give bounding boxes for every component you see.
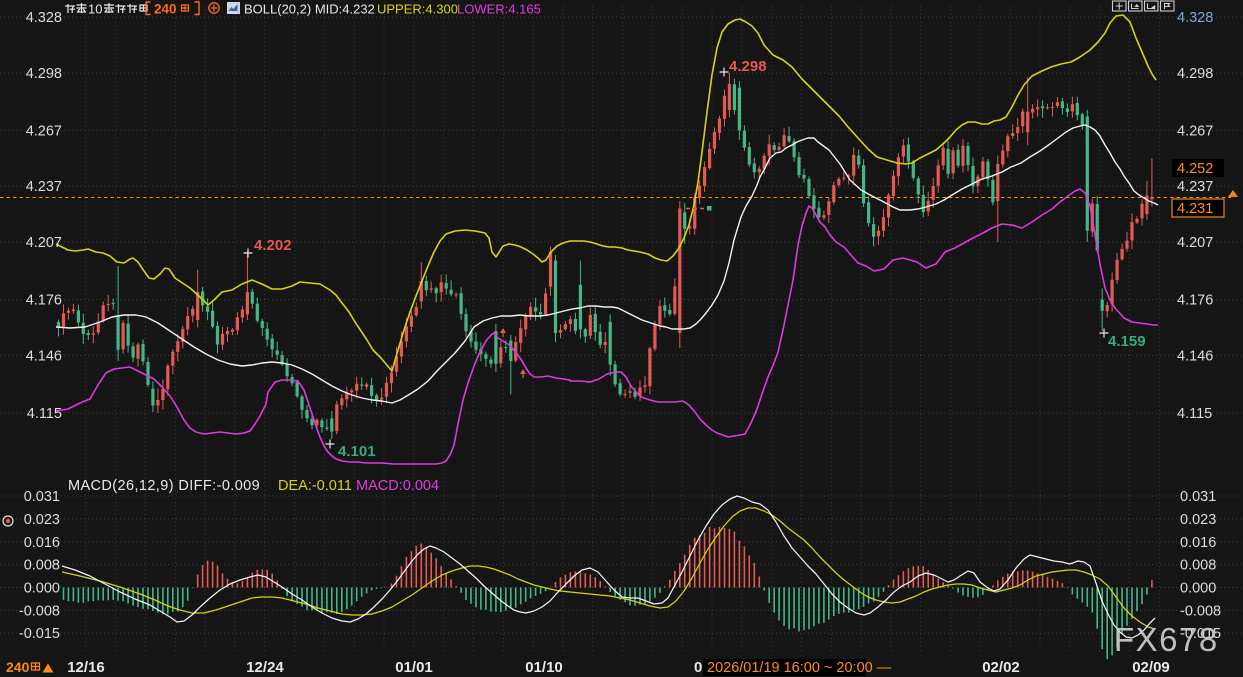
svg-text:4.328: 4.328 [1177,10,1213,26]
svg-text:0.031: 0.031 [24,489,60,505]
svg-text:2026/01/19 16:00 ~ 20:00 —: 2026/01/19 16:00 ~ 20:00 — [707,660,892,676]
svg-text:01/10: 01/10 [525,659,563,676]
svg-text:4.207: 4.207 [1177,235,1213,251]
svg-text:240: 240 [154,2,177,17]
svg-text:0.000: 0.000 [1180,581,1216,597]
svg-text:-0.008: -0.008 [1180,603,1221,619]
svg-text:0.016: 0.016 [1180,535,1216,551]
svg-text:4.252: 4.252 [1177,161,1213,177]
svg-text:0.000: 0.000 [24,581,60,597]
svg-text:0.023: 0.023 [24,512,60,528]
svg-text:4.115: 4.115 [1177,406,1212,422]
svg-text:4.267: 4.267 [1177,123,1213,139]
svg-text:DEA:-0.011: DEA:-0.011 [278,478,352,494]
svg-text:10: 10 [88,2,102,17]
svg-text:240: 240 [6,659,30,675]
svg-text:MACD(26,12,9) DIFF:-0.009: MACD(26,12,9) DIFF:-0.009 [68,478,260,494]
svg-text:4.237: 4.237 [1177,179,1213,195]
svg-text:12/16: 12/16 [67,659,105,676]
svg-text:0.031: 0.031 [1180,489,1216,505]
svg-text:0.008: 0.008 [24,558,60,574]
svg-text:UPPER:4.300: UPPER:4.300 [377,2,458,17]
svg-text:4.202: 4.202 [254,237,292,254]
svg-text:4.328: 4.328 [26,10,62,26]
svg-text:01/01: 01/01 [395,659,433,676]
svg-text:0: 0 [694,659,702,676]
svg-text:4.146: 4.146 [1177,348,1213,364]
svg-text:-0.008: -0.008 [19,603,60,619]
svg-text:4.159: 4.159 [1108,333,1146,350]
svg-text:4.267: 4.267 [26,123,62,139]
svg-text:4.176: 4.176 [1177,293,1213,309]
svg-text:4.207: 4.207 [26,235,62,251]
svg-text:4.298: 4.298 [729,58,767,75]
svg-text:4.146: 4.146 [26,348,62,364]
svg-text:BOLL(20,2) MID:4.232: BOLL(20,2) MID:4.232 [244,2,375,17]
svg-text:0.023: 0.023 [1180,512,1216,528]
svg-text:MACD:0.004: MACD:0.004 [356,478,439,494]
svg-text:-0.015: -0.015 [19,626,60,642]
svg-text:4.115: 4.115 [27,406,62,422]
svg-text:0.016: 0.016 [24,535,60,551]
svg-text:4.298: 4.298 [26,66,62,82]
svg-text:0.008: 0.008 [1180,558,1216,574]
svg-text:LOWER:4.165: LOWER:4.165 [457,2,541,17]
svg-text:4.298: 4.298 [1177,66,1213,82]
svg-text:4.237: 4.237 [26,179,62,195]
svg-text:02/02: 02/02 [982,659,1020,676]
svg-text:02/09: 02/09 [1132,659,1170,676]
svg-text:4.176: 4.176 [26,293,62,309]
svg-text:4.231: 4.231 [1177,201,1213,217]
svg-text:4.101: 4.101 [338,443,376,460]
svg-text:FX678: FX678 [1114,621,1219,658]
svg-text:12/24: 12/24 [246,659,284,676]
